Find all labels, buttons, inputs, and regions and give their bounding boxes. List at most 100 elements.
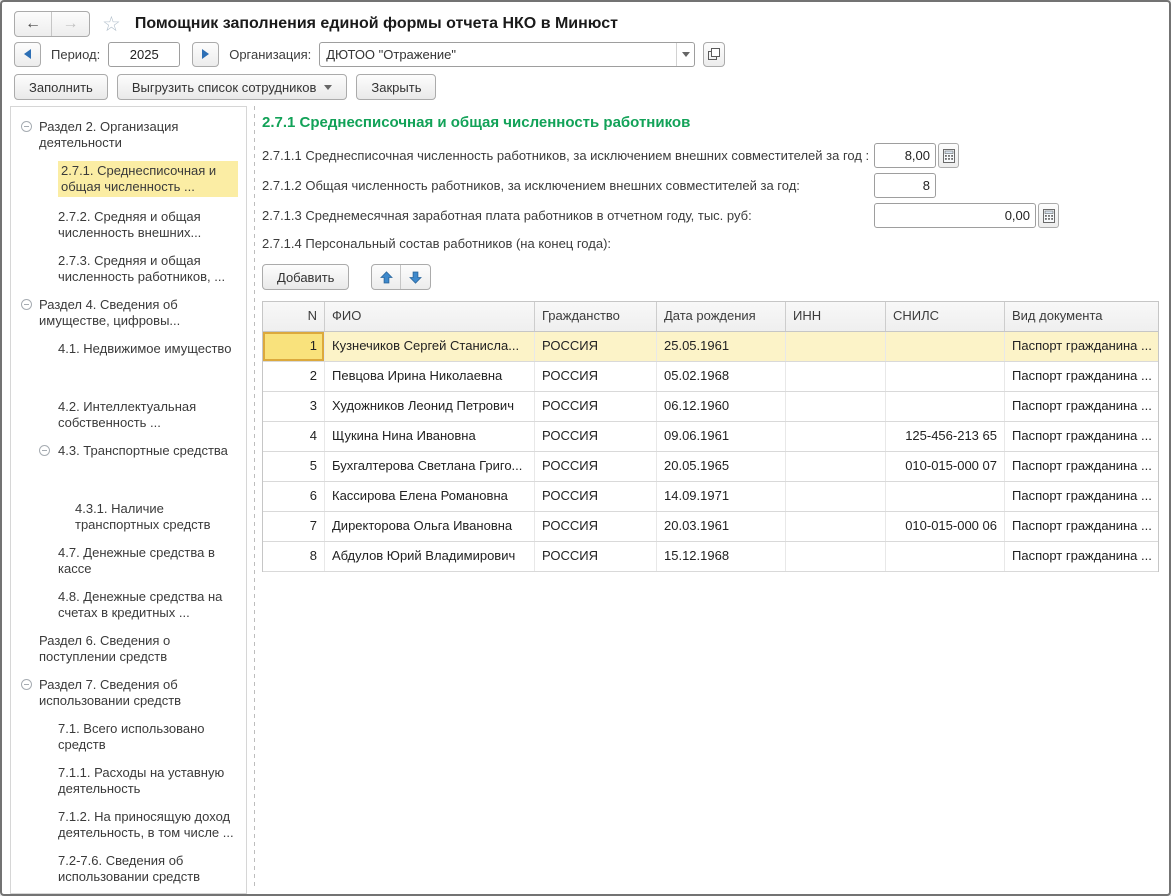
sidebar-item-section-7[interactable]: Раздел 7. Сведения об использовании сред… bbox=[11, 677, 242, 709]
cell-inn[interactable] bbox=[786, 362, 886, 391]
sidebar-item-2-7-2[interactable]: 2.7.2. Средняя и общая численность внешн… bbox=[11, 209, 242, 241]
cell-n[interactable]: 5 bbox=[263, 452, 325, 481]
cell-n[interactable]: 2 bbox=[263, 362, 325, 391]
cell-inn[interactable] bbox=[786, 332, 886, 361]
cell-citizenship[interactable]: РОССИЯ bbox=[535, 482, 657, 511]
cell-birthdate[interactable]: 06.12.1960 bbox=[657, 392, 786, 421]
calculator-button[interactable] bbox=[938, 143, 959, 168]
cell-n[interactable]: 6 bbox=[263, 482, 325, 511]
cell-citizenship[interactable]: РОССИЯ bbox=[535, 452, 657, 481]
cell-citizenship[interactable]: РОССИЯ bbox=[535, 392, 657, 421]
sidebar-item-7-2-7-6[interactable]: 7.2-7.6. Сведения об использовании средс… bbox=[11, 853, 242, 885]
employee-row[interactable]: 1 Кузнечиков Сергей Станисла... РОССИЯ 2… bbox=[263, 332, 1158, 362]
period-prev-button[interactable] bbox=[14, 42, 41, 67]
cell-birthdate[interactable]: 25.05.1961 bbox=[657, 332, 786, 361]
cell-n[interactable]: 7 bbox=[263, 512, 325, 541]
sidebar-item-section-6[interactable]: Раздел 6. Сведения о поступлении средств bbox=[11, 633, 242, 665]
employee-row[interactable]: 3 Художников Леонид Петрович РОССИЯ 06.1… bbox=[263, 392, 1158, 422]
cell-n[interactable]: 1 bbox=[263, 332, 325, 361]
cell-fio[interactable]: Бухгалтерова Светлана Григо... bbox=[325, 452, 535, 481]
cell-doc[interactable]: Паспорт гражданина ... bbox=[1005, 332, 1158, 361]
cell-inn[interactable] bbox=[786, 542, 886, 571]
organization-open-button[interactable] bbox=[703, 42, 725, 67]
cell-fio[interactable]: Кассирова Елена Романовна bbox=[325, 482, 535, 511]
organization-dropdown-button[interactable] bbox=[676, 43, 694, 66]
cell-snils[interactable] bbox=[886, 542, 1005, 571]
sidebar-item-section-4[interactable]: Раздел 4. Сведения об имуществе, цифровы… bbox=[11, 297, 242, 329]
employee-row[interactable]: 7 Директорова Ольга Ивановна РОССИЯ 20.0… bbox=[263, 512, 1158, 542]
export-employees-button[interactable]: Выгрузить список сотрудников bbox=[117, 74, 348, 100]
move-up-button[interactable] bbox=[372, 265, 401, 289]
back-button[interactable]: ← bbox=[15, 12, 52, 36]
cell-fio[interactable]: Абдулов Юрий Владимирович bbox=[325, 542, 535, 571]
sidebar-item-7-1-2[interactable]: 7.1.2. На приносящую доход деятельность,… bbox=[11, 809, 242, 841]
cell-citizenship[interactable]: РОССИЯ bbox=[535, 422, 657, 451]
cell-birthdate[interactable]: 14.09.1971 bbox=[657, 482, 786, 511]
avg-salary-input[interactable] bbox=[874, 203, 1036, 228]
collapse-icon[interactable] bbox=[39, 445, 50, 456]
cell-doc[interactable]: Паспорт гражданина ... bbox=[1005, 422, 1158, 451]
cell-fio[interactable]: Художников Леонид Петрович bbox=[325, 392, 535, 421]
cell-citizenship[interactable]: РОССИЯ bbox=[535, 332, 657, 361]
employee-row[interactable]: 4 Щукина Нина Ивановна РОССИЯ 09.06.1961… bbox=[263, 422, 1158, 452]
collapse-icon[interactable] bbox=[21, 679, 32, 690]
sidebar-splitter[interactable] bbox=[247, 106, 262, 894]
fill-button[interactable]: Заполнить bbox=[14, 74, 108, 100]
period-next-button[interactable] bbox=[192, 42, 219, 67]
move-down-button[interactable] bbox=[401, 265, 430, 289]
cell-snils[interactable]: 010-015-000 07 bbox=[886, 452, 1005, 481]
cell-snils[interactable] bbox=[886, 482, 1005, 511]
sidebar-item-4-2[interactable]: 4.2. Интеллектуальная собственность ... bbox=[11, 399, 242, 431]
sidebar-item-4-3-1[interactable]: 4.3.1. Наличие транспортных средств bbox=[11, 501, 242, 533]
forward-button[interactable]: → bbox=[52, 12, 89, 36]
cell-fio[interactable]: Певцова Ирина Николаевна bbox=[325, 362, 535, 391]
sidebar-item-section-2[interactable]: Раздел 2. Организация деятельности bbox=[11, 119, 242, 151]
employee-row[interactable]: 5 Бухгалтерова Светлана Григо... РОССИЯ … bbox=[263, 452, 1158, 482]
cell-inn[interactable] bbox=[786, 482, 886, 511]
cell-inn[interactable] bbox=[786, 452, 886, 481]
cell-snils[interactable]: 010-015-000 06 bbox=[886, 512, 1005, 541]
cell-doc[interactable]: Паспорт гражданина ... bbox=[1005, 362, 1158, 391]
cell-birthdate[interactable]: 09.06.1961 bbox=[657, 422, 786, 451]
sidebar-item-2-7-1[interactable]: 2.7.1. Среднесписочная и общая численнос… bbox=[11, 163, 242, 197]
cell-inn[interactable] bbox=[786, 392, 886, 421]
close-button[interactable]: Закрыть bbox=[356, 74, 436, 100]
organization-combobox[interactable]: ДЮТОО "Отражение" bbox=[319, 42, 695, 67]
period-input[interactable] bbox=[108, 42, 180, 67]
cell-doc[interactable]: Паспорт гражданина ... bbox=[1005, 542, 1158, 571]
cell-birthdate[interactable]: 20.03.1961 bbox=[657, 512, 786, 541]
favorite-star-icon[interactable]: ☆ bbox=[102, 14, 121, 35]
sidebar-item-4-8[interactable]: 4.8. Денежные средства на счетах в креди… bbox=[11, 589, 242, 621]
cell-inn[interactable] bbox=[786, 512, 886, 541]
cell-n[interactable]: 3 bbox=[263, 392, 325, 421]
calculator-button[interactable] bbox=[1038, 203, 1059, 228]
cell-doc[interactable]: Паспорт гражданина ... bbox=[1005, 392, 1158, 421]
cell-inn[interactable] bbox=[786, 422, 886, 451]
total-headcount-input[interactable] bbox=[874, 173, 936, 198]
cell-n[interactable]: 8 bbox=[263, 542, 325, 571]
sidebar-item-7-1-1[interactable]: 7.1.1. Расходы на уставную деятельность bbox=[11, 765, 242, 797]
cell-snils[interactable] bbox=[886, 332, 1005, 361]
cell-doc[interactable]: Паспорт гражданина ... bbox=[1005, 512, 1158, 541]
cell-snils[interactable]: 125-456-213 65 bbox=[886, 422, 1005, 451]
employee-row[interactable]: 2 Певцова Ирина Николаевна РОССИЯ 05.02.… bbox=[263, 362, 1158, 392]
employee-row[interactable]: 6 Кассирова Елена Романовна РОССИЯ 14.09… bbox=[263, 482, 1158, 512]
cell-citizenship[interactable]: РОССИЯ bbox=[535, 512, 657, 541]
cell-doc[interactable]: Паспорт гражданина ... bbox=[1005, 452, 1158, 481]
sidebar-item-4-1[interactable]: 4.1. Недвижимое имущество bbox=[11, 341, 242, 357]
add-row-button[interactable]: Добавить bbox=[262, 264, 349, 290]
cell-citizenship[interactable]: РОССИЯ bbox=[535, 362, 657, 391]
avg-headcount-input[interactable] bbox=[874, 143, 936, 168]
cell-fio[interactable]: Кузнечиков Сергей Станисла... bbox=[325, 332, 535, 361]
cell-doc[interactable]: Паспорт гражданина ... bbox=[1005, 482, 1158, 511]
sidebar-item-7-1[interactable]: 7.1. Всего использовано средств bbox=[11, 721, 242, 753]
sidebar-item-4-3[interactable]: 4.3. Транспортные средства bbox=[11, 443, 242, 459]
cell-birthdate[interactable]: 15.12.1968 bbox=[657, 542, 786, 571]
cell-snils[interactable] bbox=[886, 392, 1005, 421]
employee-row[interactable]: 8 Абдулов Юрий Владимирович РОССИЯ 15.12… bbox=[263, 542, 1158, 572]
sidebar-item-2-7-3[interactable]: 2.7.3. Средняя и общая численность работ… bbox=[11, 253, 242, 285]
cell-snils[interactable] bbox=[886, 362, 1005, 391]
cell-birthdate[interactable]: 05.02.1968 bbox=[657, 362, 786, 391]
sidebar-item-4-7[interactable]: 4.7. Денежные средства в кассе bbox=[11, 545, 242, 577]
collapse-icon[interactable] bbox=[21, 121, 32, 132]
